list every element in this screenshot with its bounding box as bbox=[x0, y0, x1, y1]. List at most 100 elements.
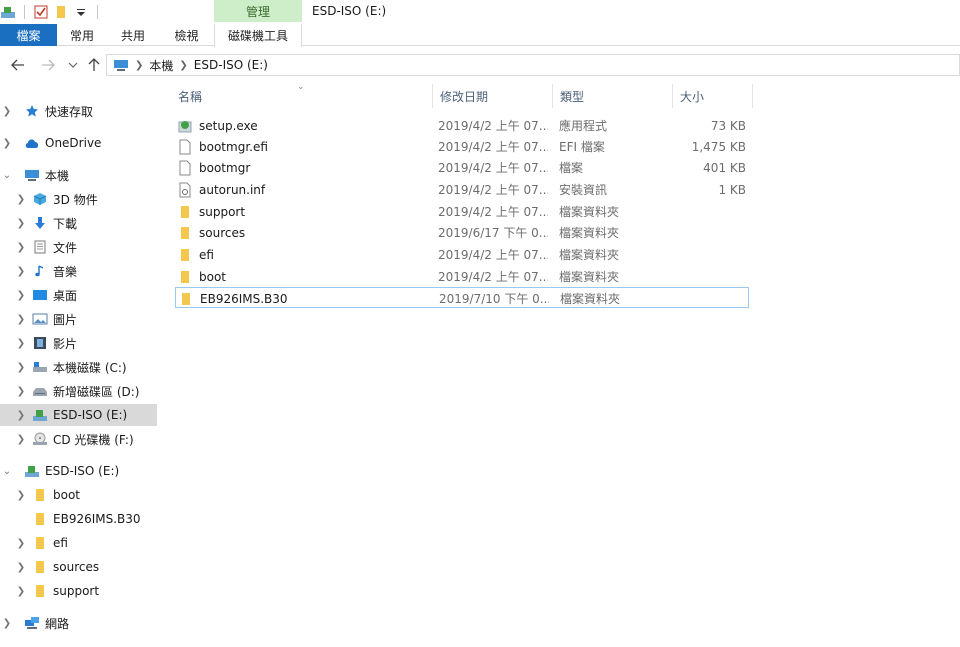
table-row[interactable]: sources 2019/6/17 下午 0... 檔案資料夾 bbox=[175, 222, 749, 243]
nav-item-label: efi bbox=[53, 536, 68, 550]
file-name: boot bbox=[199, 269, 227, 284]
nav-item-desktop[interactable]: ❯ 桌面 bbox=[0, 284, 157, 306]
file-date: 2019/4/2 上午 07... bbox=[438, 270, 548, 284]
folder-icon bbox=[32, 559, 48, 575]
new-folder-icon[interactable] bbox=[53, 4, 69, 20]
nav-item-documents[interactable]: ❯ 文件 bbox=[0, 236, 157, 258]
forward-button[interactable] bbox=[38, 55, 58, 75]
nav-item-videos[interactable]: ❯ 影片 bbox=[0, 332, 157, 354]
table-row[interactable]: boot 2019/4/2 上午 07... 檔案資料夾 bbox=[175, 266, 749, 287]
chevron-right-icon[interactable]: ❯ bbox=[14, 490, 28, 501]
breadcrumb-this-pc[interactable]: 本機 bbox=[149, 57, 173, 74]
chevron-right-icon[interactable]: ❯ bbox=[0, 138, 14, 149]
chevron-right-icon[interactable]: ❯ bbox=[14, 194, 28, 205]
file-size: 401 KB bbox=[703, 160, 746, 175]
table-row[interactable]: setup.exe 2019/4/2 上午 07... 應用程式 73 KB bbox=[175, 115, 749, 136]
nav-item-drive-e[interactable]: ❯ ESD-ISO (E:) bbox=[0, 404, 157, 426]
chevron-right-icon[interactable]: ❯ bbox=[14, 434, 28, 445]
nav-item-boot[interactable]: ❯ boot bbox=[0, 484, 157, 506]
tab-drive-tools[interactable]: 磁碟機工具 bbox=[214, 24, 302, 47]
address-bar[interactable]: ❯ 本機 ❯ ESD-ISO (E:) bbox=[106, 54, 960, 76]
file-size bbox=[674, 266, 746, 287]
file-date: 2019/4/2 上午 07... bbox=[438, 140, 548, 154]
nav-item-pictures[interactable]: ❯ 圖片 bbox=[0, 308, 157, 330]
nav-item-drive-d[interactable]: ❯ 新增磁碟區 (D:) bbox=[0, 380, 157, 402]
table-row[interactable]: support 2019/4/2 上午 07... 檔案資料夾 bbox=[175, 201, 749, 222]
column-header-date[interactable]: 修改日期 bbox=[432, 84, 552, 108]
qat-separator bbox=[24, 5, 25, 19]
properties-icon[interactable] bbox=[33, 4, 49, 20]
nav-item-label: 圖片 bbox=[53, 312, 78, 327]
nav-item-drive-f[interactable]: ❯ CD 光碟機 (F:) bbox=[0, 428, 157, 450]
nav-item-label: 快速存取 bbox=[45, 104, 94, 119]
chevron-right-icon[interactable]: ❯ bbox=[14, 410, 28, 421]
chevron-right-icon[interactable]: ❯ bbox=[0, 106, 14, 117]
drive-icon bbox=[32, 383, 48, 399]
context-tab-group-manage: 管理 bbox=[214, 0, 302, 22]
arrow-left-icon bbox=[11, 59, 24, 71]
table-row[interactable]: efi 2019/4/2 上午 07... 檔案資料夾 bbox=[175, 244, 749, 265]
file-date: 2019/4/2 上午 07... bbox=[438, 161, 548, 175]
column-divider[interactable] bbox=[752, 84, 753, 108]
column-header-name[interactable]: 名稱 bbox=[170, 84, 428, 108]
nav-item-onedrive[interactable]: ❯ OneDrive bbox=[0, 132, 157, 154]
chevron-right-icon[interactable]: ❯ bbox=[14, 290, 28, 301]
back-button[interactable] bbox=[8, 55, 28, 75]
nav-item-network[interactable]: ❯ 網路 bbox=[0, 612, 157, 634]
ribbon-tab-bar: 檔案 常用 共用 檢視 磁碟機工具 bbox=[0, 24, 960, 47]
file-type: 檔案資料夾 bbox=[559, 205, 620, 219]
tab-view[interactable]: 檢視 bbox=[159, 24, 214, 46]
file-name: support bbox=[199, 204, 246, 219]
chevron-right-icon[interactable]: ❯ bbox=[14, 266, 28, 277]
navigation-bar: ❯ 本機 ❯ ESD-ISO (E:) bbox=[0, 52, 960, 78]
arrow-right-icon bbox=[42, 59, 55, 71]
nav-item-music[interactable]: ❯ 音樂 bbox=[0, 260, 157, 282]
chevron-down-icon[interactable]: ⌄ bbox=[0, 170, 14, 181]
chevron-right-icon[interactable]: ❯ bbox=[0, 618, 14, 629]
file-date: 2019/7/10 下午 0... bbox=[439, 292, 549, 306]
tab-share[interactable]: 共用 bbox=[107, 24, 159, 46]
chevron-right-icon[interactable]: ❯ bbox=[14, 562, 28, 573]
chevron-right-icon[interactable]: ❯ bbox=[14, 314, 28, 325]
nav-item-support[interactable]: ❯ support bbox=[0, 580, 157, 602]
chevron-down-icon bbox=[68, 62, 78, 68]
nav-item-3d-objects[interactable]: ❯ 3D 物件 bbox=[0, 188, 157, 210]
nav-item-this-pc[interactable]: ⌄ 本機 bbox=[0, 164, 157, 186]
folder-icon bbox=[177, 225, 193, 241]
breadcrumb-drive[interactable]: ESD-ISO (E:) bbox=[194, 58, 268, 72]
tab-file[interactable]: 檔案 bbox=[0, 24, 57, 46]
file-size bbox=[674, 201, 746, 222]
table-row[interactable]: autorun.inf 2019/4/2 上午 07... 安裝資訊 1 KB bbox=[175, 179, 749, 200]
table-row[interactable]: bootmgr.efi 2019/4/2 上午 07... EFI 檔案 1,4… bbox=[175, 136, 749, 157]
chevron-down-icon[interactable]: ⌄ bbox=[0, 466, 14, 477]
column-header-size[interactable]: 大小 bbox=[672, 84, 752, 108]
cd-drive-icon bbox=[32, 431, 48, 447]
chevron-right-icon[interactable]: ❯ bbox=[14, 386, 28, 397]
customize-qat-icon[interactable] bbox=[73, 4, 89, 20]
chevron-right-icon[interactable]: ❯ bbox=[14, 338, 28, 349]
table-row[interactable]: EB926IMS.B30 2019/7/10 下午 0... 檔案資料夾 bbox=[175, 287, 749, 308]
recent-locations-button[interactable] bbox=[63, 55, 83, 75]
nav-item-efi[interactable]: ❯ efi bbox=[0, 532, 157, 554]
file-type: 檔案 bbox=[559, 161, 584, 175]
nav-item-downloads[interactable]: ❯ 下載 bbox=[0, 212, 157, 234]
table-row[interactable]: bootmgr 2019/4/2 上午 07... 檔案 401 KB bbox=[175, 157, 749, 178]
tab-home[interactable]: 常用 bbox=[57, 24, 107, 46]
nav-item-sources[interactable]: ❯ sources bbox=[0, 556, 157, 578]
chevron-right-icon[interactable]: ❯ bbox=[14, 362, 28, 373]
column-header-type[interactable]: 類型 bbox=[552, 84, 672, 108]
nav-item-eb926ims[interactable]: EB926IMS.B30 bbox=[0, 508, 157, 530]
chevron-right-icon[interactable]: ❯ bbox=[14, 586, 28, 597]
file-date: 2019/4/2 上午 07... bbox=[438, 248, 548, 262]
chevron-right-icon[interactable]: ❯ bbox=[14, 242, 28, 253]
chevron-right-icon[interactable]: ❯ bbox=[14, 538, 28, 549]
nav-item-label: 網路 bbox=[45, 616, 70, 631]
nav-item-quick-access[interactable]: ❯ 快速存取 bbox=[0, 100, 157, 122]
nav-item-label: boot bbox=[53, 488, 81, 502]
nav-item-label: ESD-ISO (E:) bbox=[53, 408, 128, 422]
file-type: EFI 檔案 bbox=[559, 140, 605, 154]
nav-item-drive-e-root[interactable]: ⌄ ESD-ISO (E:) bbox=[0, 460, 157, 482]
up-button[interactable] bbox=[84, 55, 104, 75]
nav-item-drive-c[interactable]: ❯ 本機磁碟 (C:) bbox=[0, 356, 157, 378]
chevron-right-icon[interactable]: ❯ bbox=[14, 218, 28, 229]
